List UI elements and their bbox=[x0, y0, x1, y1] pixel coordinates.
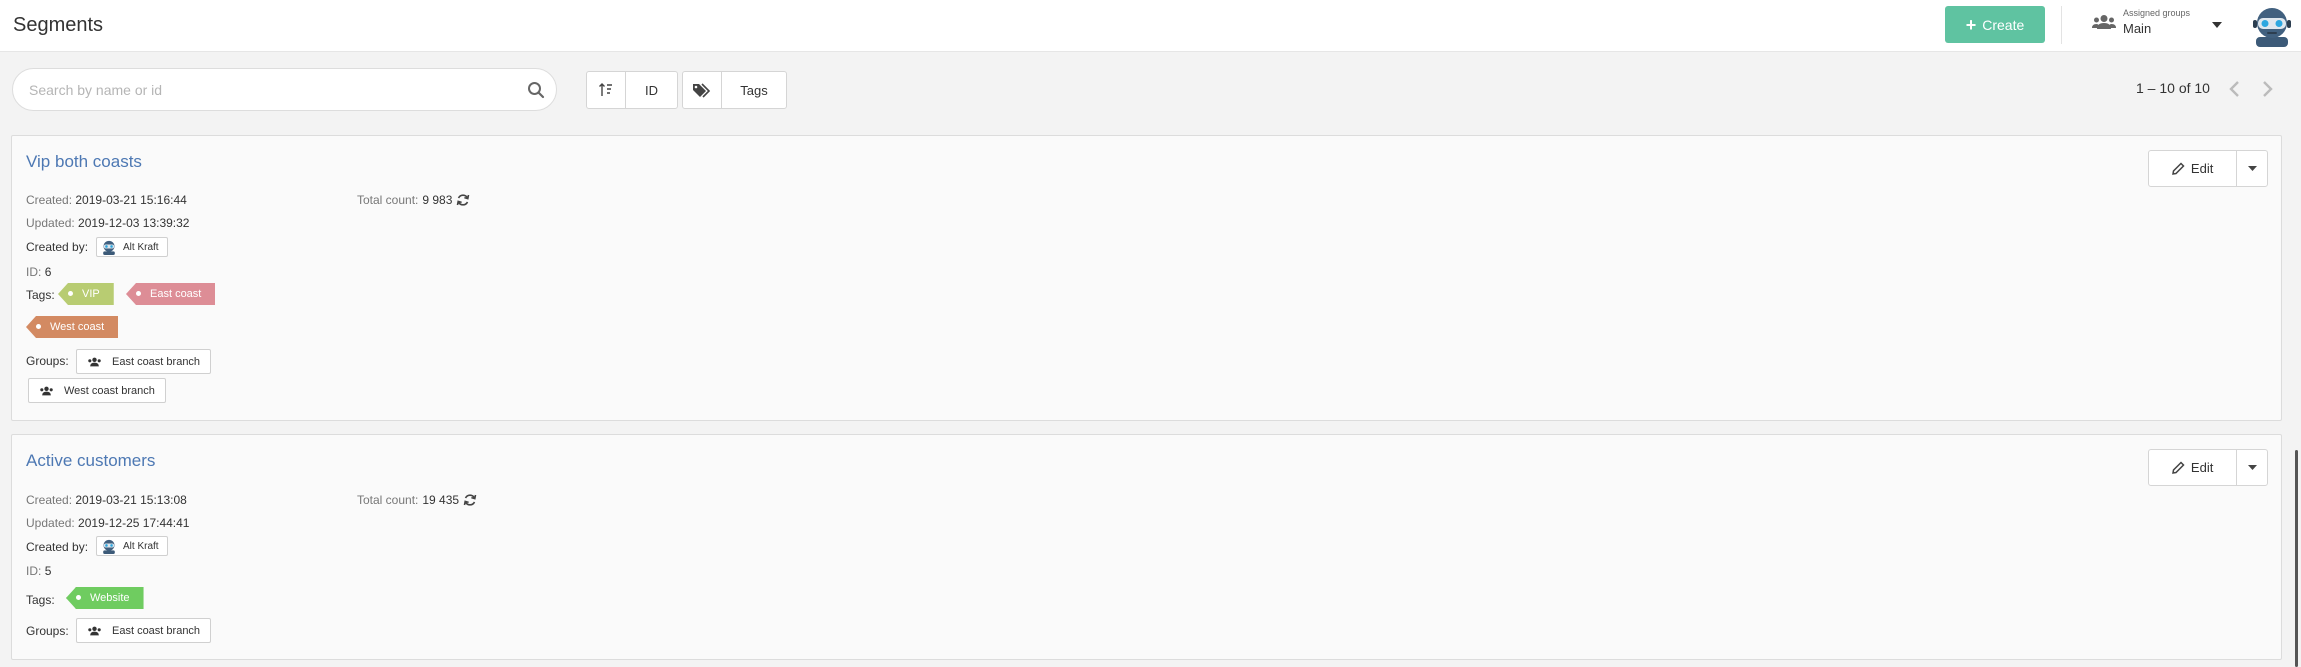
tags-label: Tags: bbox=[26, 593, 55, 607]
id-row: ID: 5 bbox=[26, 564, 51, 578]
users-icon bbox=[88, 357, 101, 366]
total-count-label: Total count: bbox=[357, 193, 419, 207]
edit-dropdown-toggle[interactable] bbox=[2236, 450, 2267, 485]
chevron-left-icon[interactable] bbox=[2226, 79, 2244, 99]
tag-vip[interactable]: VIP bbox=[58, 283, 114, 305]
id-value: 5 bbox=[44, 564, 52, 578]
chevron-down-icon bbox=[2247, 166, 2257, 171]
create-button-label: Create bbox=[1982, 16, 2025, 33]
refresh-icon[interactable] bbox=[463, 493, 477, 507]
group-chip[interactable]: East coast branch bbox=[76, 349, 212, 374]
sort-toggle-button[interactable] bbox=[587, 72, 625, 108]
created-by-label: Created by: bbox=[26, 540, 89, 554]
creator-chip[interactable]: Alt Kraft bbox=[96, 536, 168, 556]
total-count-value: 19 435 bbox=[422, 493, 460, 507]
creator-name: Alt Kraft bbox=[123, 540, 159, 552]
assigned-groups-selector[interactable]: Assigned groups Main bbox=[2092, 8, 2222, 44]
tags-label: Tags: bbox=[26, 288, 55, 302]
plus-icon: + bbox=[1965, 14, 1977, 35]
updated-row: Updated: 2019-12-25 17:44:41 bbox=[26, 516, 189, 530]
updated-row: Updated: 2019-12-03 13:39:32 bbox=[26, 216, 189, 230]
search-input[interactable] bbox=[29, 79, 509, 101]
tag-west-coast[interactable]: West coast bbox=[26, 316, 119, 338]
total-count: Total count: 19 435 bbox=[357, 493, 477, 507]
scrollbar-thumb[interactable] bbox=[2295, 450, 2298, 667]
edit-button-label: Edit bbox=[2190, 161, 2214, 176]
tag-website[interactable]: Website bbox=[66, 587, 144, 609]
created-label: Created: bbox=[26, 193, 73, 207]
edit-button[interactable]: Edit bbox=[2149, 151, 2236, 186]
created-row: Created: 2019-03-21 15:16:44 bbox=[26, 193, 187, 207]
updated-label: Updated: bbox=[26, 516, 75, 530]
assigned-groups-value: Main bbox=[2123, 21, 2152, 36]
updated-value: 2019-12-03 13:39:32 bbox=[78, 216, 190, 230]
pagination-range: 1 – 10 of 10 bbox=[2136, 80, 2210, 96]
tags-filter-button[interactable]: Tags bbox=[721, 72, 786, 108]
tags-icon bbox=[693, 83, 711, 98]
edit-dropdown-toggle[interactable] bbox=[2236, 151, 2267, 186]
group-chip[interactable]: East coast branch bbox=[76, 618, 212, 643]
page-title: Segments bbox=[13, 14, 104, 36]
total-count-value: 9 983 bbox=[422, 193, 453, 207]
id-label: ID: bbox=[26, 265, 42, 279]
edit-button[interactable]: Edit bbox=[2149, 450, 2236, 485]
users-icon bbox=[88, 626, 101, 635]
users-icon bbox=[2092, 15, 2116, 29]
created-by-label: Created by: bbox=[26, 240, 89, 254]
tag-east-coast[interactable]: East coast bbox=[126, 283, 216, 305]
updated-value: 2019-12-25 17:44:41 bbox=[78, 516, 190, 530]
segment-title[interactable]: Vip both coasts bbox=[26, 152, 142, 172]
pencil-icon bbox=[2172, 162, 2185, 175]
group-chip[interactable]: West coast branch bbox=[28, 378, 166, 403]
segment-title[interactable]: Active customers bbox=[26, 451, 155, 471]
chevron-right-icon[interactable] bbox=[2258, 79, 2276, 99]
group-name: West coast branch bbox=[64, 384, 155, 397]
sort-by-id-button[interactable]: ID bbox=[625, 72, 677, 108]
created-value: 2019-03-21 15:13:08 bbox=[75, 493, 187, 507]
created-row: Created: 2019-03-21 15:13:08 bbox=[26, 493, 187, 507]
tags-filter-label: Tags bbox=[740, 82, 768, 98]
chevron-down-icon bbox=[2212, 22, 2222, 28]
users-icon bbox=[40, 386, 53, 395]
sort-icon bbox=[599, 83, 612, 96]
updated-label: Updated: bbox=[26, 216, 75, 230]
search-box[interactable] bbox=[12, 68, 557, 111]
groups-label: Groups: bbox=[26, 624, 69, 638]
header-divider bbox=[2061, 6, 2062, 44]
total-count-label: Total count: bbox=[357, 493, 419, 507]
top-bar: Segments + Create Assigned groups Main bbox=[0, 0, 2301, 52]
id-row: ID: 6 bbox=[26, 265, 51, 279]
create-button[interactable]: + Create bbox=[1945, 6, 2045, 43]
search-icon[interactable] bbox=[527, 81, 545, 99]
group-name: East coast branch bbox=[112, 624, 201, 637]
segment-card: Vip both coasts Created: 2019-03-21 15:1… bbox=[11, 135, 2282, 421]
sort-by-id-label: ID bbox=[645, 82, 658, 98]
user-avatar[interactable] bbox=[2250, 3, 2294, 47]
creator-chip[interactable]: Alt Kraft bbox=[96, 237, 168, 257]
created-label: Created: bbox=[26, 493, 73, 507]
edit-button-label: Edit bbox=[2190, 460, 2214, 475]
sort-button-group: ID bbox=[586, 71, 678, 109]
creator-name: Alt Kraft bbox=[123, 241, 159, 253]
segment-card: Active customers Created: 2019-03-21 15:… bbox=[11, 434, 2282, 660]
chevron-down-icon bbox=[2247, 465, 2257, 470]
id-label: ID: bbox=[26, 564, 42, 578]
tags-filter-icon-button[interactable] bbox=[683, 72, 721, 108]
tags-filter-group: Tags bbox=[682, 71, 787, 109]
total-count: Total count: 9 983 bbox=[357, 193, 470, 207]
refresh-icon[interactable] bbox=[456, 193, 470, 207]
edit-button-group: Edit bbox=[2148, 150, 2268, 187]
group-name: East coast branch bbox=[112, 355, 201, 368]
groups-label: Groups: bbox=[26, 354, 69, 368]
created-value: 2019-03-21 15:16:44 bbox=[75, 193, 187, 207]
edit-button-group: Edit bbox=[2148, 449, 2268, 486]
user-avatar-icon bbox=[103, 240, 115, 255]
assigned-groups-label: Assigned groups bbox=[2123, 8, 2191, 18]
pencil-icon bbox=[2172, 461, 2185, 474]
id-value: 6 bbox=[44, 265, 52, 279]
user-avatar-icon bbox=[103, 539, 115, 554]
